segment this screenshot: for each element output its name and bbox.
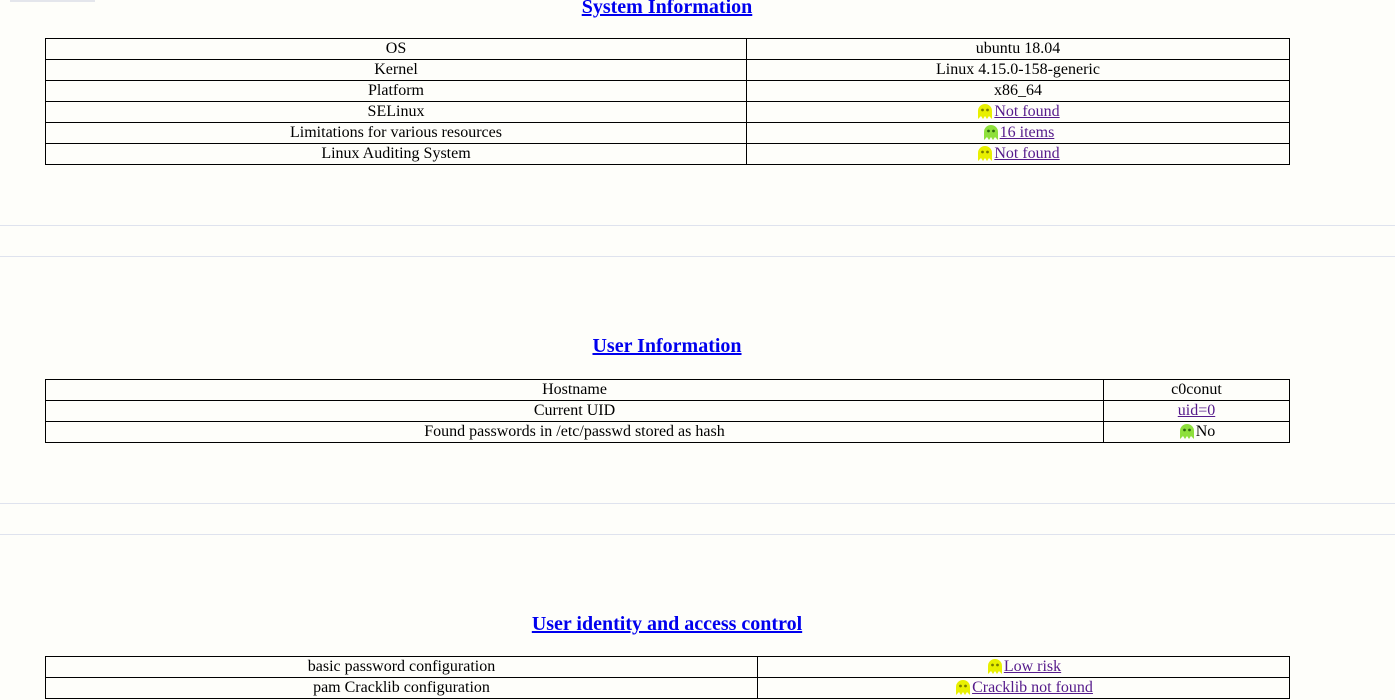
row-label: Found passwords in /etc/passwd stored as… bbox=[45, 421, 1104, 443]
section-divider bbox=[0, 503, 1395, 504]
table-row: OS ubuntu 18.04 bbox=[45, 38, 1290, 60]
user-information-heading: User Information bbox=[0, 334, 1334, 358]
row-value: ubuntu 18.04 bbox=[746, 38, 1290, 60]
user-information-table: Hostname c0conut Current UID uid=0 Found… bbox=[45, 379, 1290, 443]
selinux-value-link[interactable]: Not found bbox=[994, 103, 1059, 120]
table-row: basic password configuration Low risk bbox=[45, 656, 1290, 678]
row-label: basic password configuration bbox=[45, 656, 758, 678]
row-value-cell: uid=0 bbox=[1103, 400, 1290, 422]
report-page: System Information OS ubuntu 18.04 Kerne… bbox=[0, 0, 1395, 700]
green-ghost-icon bbox=[1179, 424, 1194, 439]
row-value: Linux 4.15.0-158-generic bbox=[746, 59, 1290, 81]
user-information-link[interactable]: User Information bbox=[592, 335, 741, 357]
table-row: Kernel Linux 4.15.0-158-generic bbox=[45, 59, 1290, 81]
system-information-heading: System Information bbox=[0, 0, 1334, 19]
row-value-cell: Low risk bbox=[757, 656, 1290, 678]
section-divider bbox=[0, 256, 1395, 257]
row-label: Linux Auditing System bbox=[45, 143, 747, 165]
table-row: SELinux Not found bbox=[45, 101, 1290, 123]
table-row: Hostname c0conut bbox=[45, 379, 1290, 401]
identity-access-table: basic password configuration Low risk pa… bbox=[45, 656, 1290, 699]
table-row: Linux Auditing System Not found bbox=[45, 143, 1290, 165]
row-value-cell: No bbox=[1103, 421, 1290, 443]
table-row: Platform x86_64 bbox=[45, 80, 1290, 102]
current-uid-link[interactable]: uid=0 bbox=[1178, 402, 1215, 419]
password-config-link[interactable]: Low risk bbox=[1004, 658, 1061, 675]
section-divider bbox=[0, 534, 1395, 535]
section-divider bbox=[0, 225, 1395, 226]
table-row: Found passwords in /etc/passwd stored as… bbox=[45, 421, 1290, 443]
identity-access-link[interactable]: User identity and access control bbox=[532, 613, 802, 635]
yellow-ghost-icon bbox=[978, 146, 993, 161]
row-label: Kernel bbox=[45, 59, 747, 81]
row-label: SELinux bbox=[45, 101, 747, 123]
row-value-cell: Not found bbox=[746, 143, 1290, 165]
yellow-ghost-icon bbox=[987, 659, 1002, 674]
cracklib-config-link[interactable]: Cracklib not found bbox=[972, 679, 1093, 696]
system-information-table: OS ubuntu 18.04 Kernel Linux 4.15.0-158-… bbox=[45, 38, 1290, 165]
row-label: Current UID bbox=[45, 400, 1104, 422]
password-hash-value: No bbox=[1195, 423, 1216, 440]
table-row: Limitations for various resources 16 ite… bbox=[45, 122, 1290, 144]
resource-limits-value-link[interactable]: 16 items bbox=[1000, 124, 1055, 141]
row-label: OS bbox=[45, 38, 747, 60]
row-value: x86_64 bbox=[746, 80, 1290, 102]
row-value-cell: 16 items bbox=[746, 122, 1290, 144]
identity-access-heading: User identity and access control bbox=[0, 612, 1334, 636]
system-information-link[interactable]: System Information bbox=[582, 0, 753, 18]
row-label: Hostname bbox=[45, 379, 1104, 401]
row-value: c0conut bbox=[1103, 379, 1290, 401]
audit-system-value-link[interactable]: Not found bbox=[994, 145, 1059, 162]
row-label: Limitations for various resources bbox=[45, 122, 747, 144]
row-value-cell: Cracklib not found bbox=[757, 677, 1290, 699]
table-row: pam Cracklib configuration Cracklib not … bbox=[45, 677, 1290, 699]
yellow-ghost-icon bbox=[956, 680, 971, 695]
row-label: pam Cracklib configuration bbox=[45, 677, 758, 699]
yellow-ghost-icon bbox=[978, 104, 993, 119]
row-value-cell: Not found bbox=[746, 101, 1290, 123]
row-label: Platform bbox=[45, 80, 747, 102]
green-ghost-icon bbox=[983, 125, 998, 140]
table-row: Current UID uid=0 bbox=[45, 400, 1290, 422]
